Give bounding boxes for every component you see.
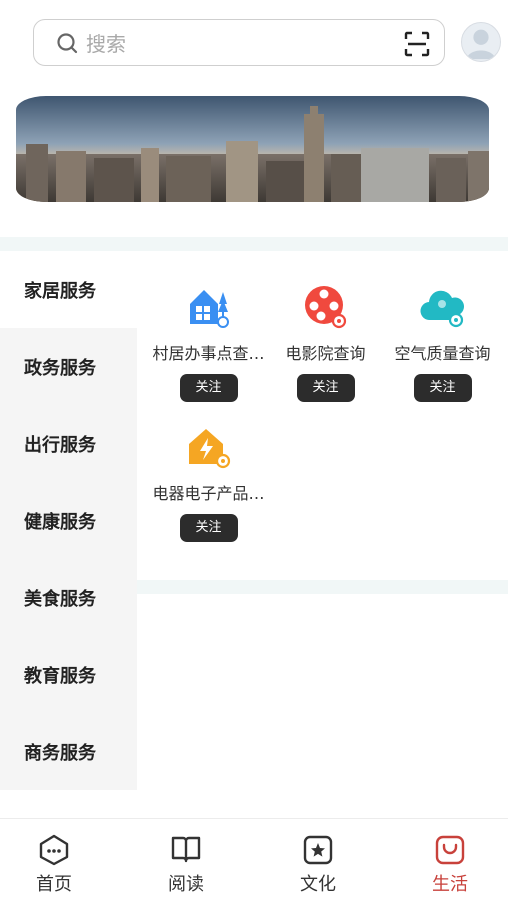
category-item-food[interactable]: 美食服务 — [0, 559, 137, 636]
book-icon — [171, 836, 201, 863]
tab-label: 生活 — [432, 874, 468, 895]
service-item[interactable]: 村居办事点查… 关注 — [150, 284, 267, 402]
city-banner-image[interactable] — [16, 96, 489, 202]
category-item-government[interactable]: 政务服务 — [0, 328, 137, 405]
scan-icon[interactable] — [404, 31, 430, 57]
category-item-travel[interactable]: 出行服务 — [0, 405, 137, 482]
cloud-search-icon — [419, 290, 464, 328]
search-placeholder: 搜索 — [86, 32, 126, 56]
tab-label: 文化 — [300, 874, 336, 895]
tab-culture[interactable]: 文化 — [278, 833, 358, 896]
tab-label: 阅读 — [168, 874, 204, 895]
category-item-education[interactable]: 教育服务 — [0, 636, 137, 713]
tab-label: 首页 — [36, 874, 72, 895]
service-item[interactable]: 空气质量查询 关注 — [384, 284, 501, 402]
tab-home[interactable]: 首页 — [14, 833, 94, 896]
category-label: 出行服务 — [24, 434, 96, 456]
city-skyline-image — [16, 96, 489, 202]
service-name: 电器电子产品… — [152, 484, 265, 503]
tab-reading[interactable]: 阅读 — [146, 833, 226, 896]
service-item[interactable]: 电器电子产品… 关注 — [150, 424, 267, 542]
category-label: 健康服务 — [24, 511, 96, 533]
star-box-icon — [303, 835, 333, 865]
category-item-health[interactable]: 健康服务 — [0, 482, 137, 559]
category-item-business[interactable]: 商务服务 — [0, 713, 137, 790]
category-label: 商务服务 — [24, 742, 96, 764]
user-avatar-icon — [466, 29, 496, 60]
service-name: 空气质量查询 — [394, 344, 491, 363]
home-icon — [39, 834, 69, 866]
category-label: 政务服务 — [24, 357, 96, 379]
bottom-tab-bar: 首页 阅读 文化 生活 — [0, 818, 508, 898]
section-divider — [0, 237, 508, 251]
search-bar[interactable]: 搜索 — [33, 19, 445, 66]
tab-life[interactable]: 生活 — [410, 833, 490, 896]
category-label: 家居服务 — [24, 280, 96, 302]
follow-button[interactable]: 关注 — [179, 514, 238, 542]
category-label: 美食服务 — [24, 588, 96, 610]
follow-button[interactable]: 关注 — [296, 374, 355, 402]
category-item-home[interactable]: 家居服务 — [0, 251, 137, 328]
film-reel-icon — [304, 286, 346, 329]
follow-button[interactable]: 关注 — [179, 374, 238, 402]
follow-button[interactable]: 关注 — [413, 374, 472, 402]
avatar[interactable] — [461, 22, 501, 62]
category-sidebar: 家居服务 政务服务 出行服务 健康服务 美食服务 教育服务 商务服务 — [0, 251, 137, 790]
bag-smile-icon — [435, 835, 465, 865]
service-name: 电影院查询 — [285, 344, 366, 363]
search-icon — [57, 32, 78, 53]
service-item[interactable]: 电影院查询 关注 — [267, 284, 384, 402]
house-location-icon — [189, 290, 229, 328]
section-divider — [137, 580, 508, 594]
category-label: 教育服务 — [24, 665, 96, 687]
electric-house-icon — [188, 429, 230, 469]
service-name: 村居办事点查… — [152, 344, 265, 363]
